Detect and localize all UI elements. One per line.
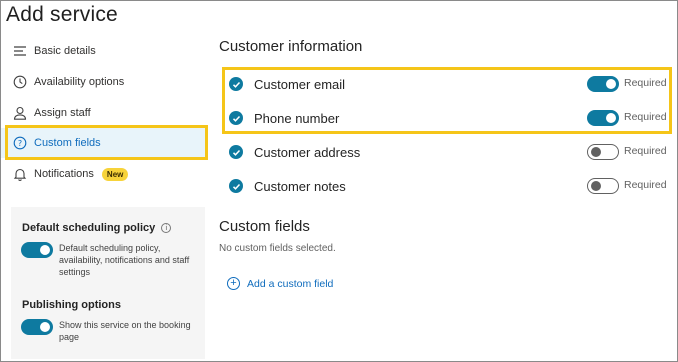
info-icon[interactable]: i xyxy=(161,223,172,233)
default-policy-toggle[interactable] xyxy=(21,242,53,258)
nav-item-basic-details[interactable]: Basic details xyxy=(1,36,207,66)
default-policy-title: Default scheduling policy xyxy=(22,222,156,234)
add-custom-field-label: Add a custom field xyxy=(247,277,334,290)
plus-icon: + xyxy=(227,277,240,290)
required-label: Required xyxy=(624,145,667,157)
nav-item-assign-staff[interactable]: Assign staff xyxy=(1,98,207,128)
default-policy-description: Default scheduling policy, availability,… xyxy=(59,243,190,277)
checkmark-icon[interactable] xyxy=(229,145,243,159)
required-toggle[interactable] xyxy=(587,178,619,194)
clock-icon xyxy=(12,74,28,90)
policy-panel: Default scheduling policy i Default sched… xyxy=(11,207,205,359)
publishing-toggle[interactable] xyxy=(21,319,53,335)
page-title: Add service xyxy=(6,3,118,26)
customer-information-title: Customer information xyxy=(219,38,363,55)
add-custom-field-button[interactable]: + Add a custom field xyxy=(227,277,333,290)
new-badge: New xyxy=(101,167,129,181)
highlight-box-required-fields xyxy=(222,67,672,134)
bell-icon xyxy=(12,166,28,182)
required-label: Required xyxy=(624,179,667,191)
custom-fields-title: Custom fields xyxy=(219,218,310,235)
nav-item-label: Basic details xyxy=(34,45,96,57)
nav-item-label: Assign staff xyxy=(34,107,91,119)
list-icon xyxy=(12,43,28,59)
nav-item-label: Notifications xyxy=(34,168,94,180)
default-policy-heading: Default scheduling policy i xyxy=(22,222,172,234)
publishing-options-title: Publishing options xyxy=(22,299,121,311)
field-row-customer-address: Customer address Required xyxy=(229,139,669,165)
highlight-box-custom-fields xyxy=(5,125,208,160)
window-frame: Add service Basic details Availability o… xyxy=(0,0,678,362)
nav-item-availability-options[interactable]: Availability options xyxy=(1,67,207,97)
publishing-description: Show this service on the booking page xyxy=(59,320,191,342)
field-row-customer-notes: Customer notes Required xyxy=(229,173,669,199)
nav-item-notifications[interactable]: Notifications New xyxy=(1,159,207,189)
nav-item-label: Availability options xyxy=(34,76,125,88)
required-toggle[interactable] xyxy=(587,144,619,160)
person-icon xyxy=(12,105,28,121)
checkmark-icon[interactable] xyxy=(229,179,243,193)
field-label: Customer address xyxy=(254,144,361,160)
field-label: Customer notes xyxy=(254,178,346,194)
empty-state-text: No custom fields selected. xyxy=(219,243,336,254)
